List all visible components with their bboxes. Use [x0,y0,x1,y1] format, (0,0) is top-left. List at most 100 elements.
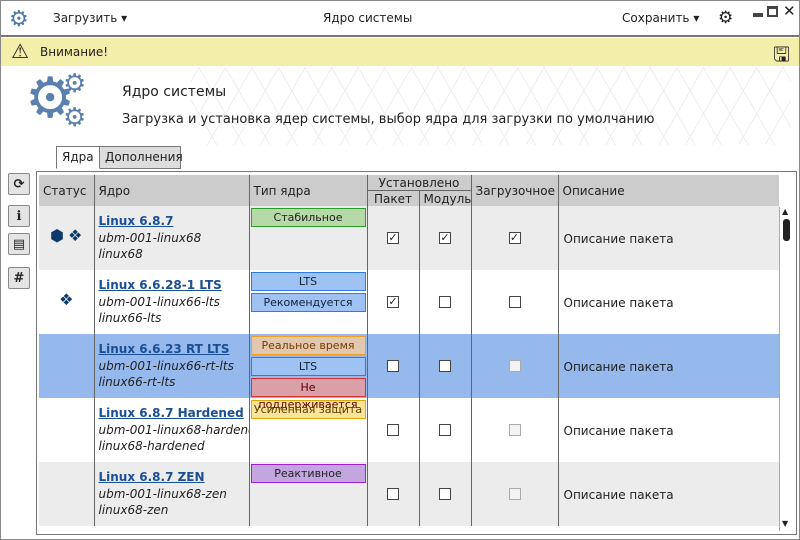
kernel-name-link[interactable]: Linux 6.6.23 RT LTS [99,342,249,356]
kernel-type-badge: Усиленная защита [250,400,366,419]
boot-checkbox[interactable] [508,296,521,308]
col-installed: Установлено [366,175,472,191]
kernel-id: linux66-lts [98,311,162,325]
kernel-package: ubm-001-linux66-lts [98,295,220,309]
table-row[interactable]: Linux 6.8.7 ZEN ubm-001-linux68-zen linux6… [39,462,780,526]
boot-checkbox[interactable] [508,424,521,436]
kernel-cell: Linux 6.8.7 Hardened ubm-001-linux68-hard… [94,398,250,462]
kernel-name-link[interactable]: Linux 6.6.28-1 LTS [99,278,249,292]
module-checkbox[interactable] [439,360,451,372]
package-checkbox[interactable]: ✓ [387,296,399,308]
table-row[interactable]: Linux 6.6.23 RT LTS ubm-001-linux66-rt-lt… [39,334,780,411]
table-row[interactable]: Linux 6.8.7 Hardened ubm-001-linux68-hard… [39,398,779,462]
kernel-name-link[interactable]: Linux 6.8.7 Hardened [99,406,249,420]
kernel-type-badge: Реальное время [250,336,366,355]
col-type[interactable]: Тип ядра [249,175,368,206]
status-cell [39,334,95,398]
kernel-package: ubm-001-linux68-zen [98,487,227,501]
boot-checkbox[interactable]: ✓ [508,232,521,244]
tab-extensions[interactable]: Дополнения [99,146,183,169]
scroll-down-icon[interactable]: ▼ [782,519,788,528]
table-row[interactable]: ❖ Linux 6.6.28-1 LTS ubm-001-linux66-lts l… [39,270,779,334]
terminal-hash-button[interactable]: # [8,267,30,289]
title-bar: ⚙ Загрузить ▾ Ядро системы Сохранить ▾ ⚙… [1,1,799,37]
module-checkbox[interactable] [439,296,451,308]
table-row[interactable]: ⬢ ❖ Linux 6.8.7 ubm-001-linux68 linux68 Ст… [39,206,780,270]
kernel-cell: Linux 6.6.23 RT LTS ubm-001-linux66-rt-lt… [94,334,250,398]
scroll-up-icon[interactable]: ▲ [782,207,788,216]
small-gear-icon: ⚙ [63,69,87,99]
maximize-icon[interactable] [767,6,778,17]
kernel-type-badge: Не поддерживается [250,378,366,411]
col-description[interactable]: Описание [558,175,780,206]
kernel-id: linux68 [98,247,143,261]
load-menu-label: Загрузить [53,11,118,25]
module-checkbox[interactable]: ✓ [439,232,451,244]
kernel-cell: Linux 6.6.28-1 LTS ubm-001-linux66-lts lin… [94,270,250,334]
kernel-name-link[interactable]: Linux 6.8.7 [99,214,249,228]
description-text: Описание пакета [563,424,674,438]
package-checkbox[interactable] [387,488,399,500]
log-document-button[interactable]: ▤ [8,233,30,255]
description-text: Описание пакета [563,488,674,502]
scrollbar[interactable]: ▲ ▼ [779,207,793,531]
page-title: Ядро системы [122,84,227,100]
status-cell [39,462,95,526]
save-menu-label: Сохранить [622,11,690,25]
boot-checkbox[interactable] [508,488,521,500]
kernel-type-badge: LTS [250,272,366,291]
module-checkbox[interactable] [439,424,451,436]
info-button[interactable]: ℹ [8,205,30,227]
col-module[interactable]: Модуль [419,190,472,206]
save-menu[interactable]: Сохранить ▾ [622,11,699,25]
col-kernel[interactable]: Ядро [94,175,250,206]
package-checkbox[interactable] [387,424,399,436]
warning-bar: ⚠ Внимание! 🖫 [1,38,799,66]
kernel-type-cell: Усиленная защита [249,398,368,462]
warning-icon: ⚠ [11,39,29,63]
app-gears-icon: ⚙ [9,7,29,32]
load-menu[interactable]: Загрузить ▾ [53,11,127,25]
col-package[interactable]: Пакет [366,190,420,206]
close-icon[interactable]: ✕ [783,2,796,20]
kernel-type-cell: LTS Рекомендуется [249,270,368,334]
kernel-package: ubm-001-linux66-rt-lts [98,359,234,373]
kernel-package: ubm-001-linux68 [98,231,202,245]
kernel-type-badge: Стабильное [250,208,366,227]
kernel-cell: Linux 6.8.7 ubm-001-linux68 linux68 [94,206,250,270]
status-cell: ❖ [39,270,95,334]
settings-gear-icon[interactable]: ⚙ [718,8,733,28]
kernel-package: ubm-001-linux68-hardened [98,423,249,437]
package-checkbox[interactable]: ✓ [387,232,399,244]
kernel-id: linux68-zen [98,503,169,517]
window-title: Ядро системы [323,11,413,25]
status-cell: ⬢ ❖ [39,206,95,270]
minimize-icon[interactable] [753,13,763,17]
package-checkbox[interactable] [387,360,399,372]
kernel-id: linux66-rt-lts [98,375,176,389]
description-text: Описание пакета [563,296,674,310]
kernel-cell: Linux 6.8.7 ZEN ubm-001-linux68-zen linux6… [94,462,250,526]
small-gear-icon: ⚙ [63,103,87,133]
hex-background [191,67,791,145]
refresh-button[interactable]: ⟳ [8,173,30,195]
kernel-type-badge: Рекомендуется [250,293,366,312]
kernel-type-badge: LTS [250,357,366,376]
status-cell [39,398,95,462]
dropbox-package-icon: ❖ [67,226,83,245]
col-status[interactable]: Статус [39,175,95,206]
warning-text: Внимание! [40,45,109,59]
kernels-table: Статус Ядро Тип ядра Установлено Загрузо… [39,175,780,526]
kernel-type-cell: Стабильное [249,206,368,270]
col-boot[interactable]: Загрузочное [471,175,559,206]
kernel-type-badge: Реактивное [250,464,366,483]
boot-checkbox[interactable] [508,360,521,372]
kernel-type-cell: Реальное время LTS Не поддерживается [249,334,368,411]
scroll-thumb[interactable] [783,219,790,241]
dropbox-package-icon: ❖ [59,290,74,309]
tab-kernels[interactable]: Ядра [56,146,100,169]
module-checkbox[interactable] [439,488,451,500]
description-text: Описание пакета [563,360,674,374]
installed-package-icon: ⬢ [50,226,65,245]
kernel-name-link[interactable]: Linux 6.8.7 ZEN [99,470,249,484]
